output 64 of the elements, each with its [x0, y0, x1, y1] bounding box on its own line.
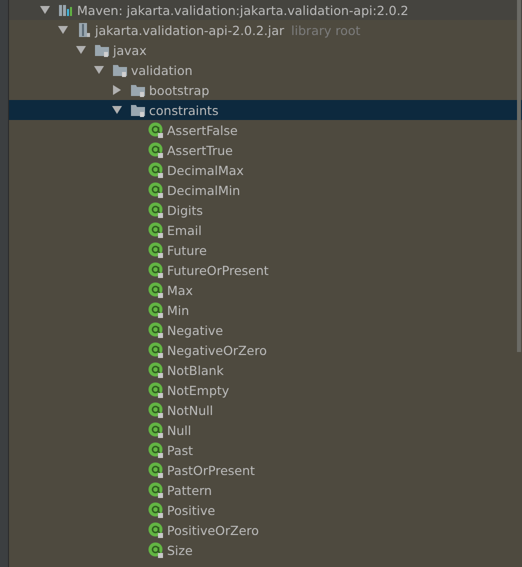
- tree-item-label[interactable]: validation: [131, 62, 193, 78]
- annotation-icon: [148, 162, 164, 178]
- collapsed-arrow-icon[interactable]: [112, 85, 122, 95]
- tree-item-label[interactable]: Digits: [167, 202, 203, 218]
- selected-row[interactable]: constraints: [9, 100, 522, 120]
- annotation-icon: [148, 522, 164, 538]
- tree-item-label[interactable]: NegativeOrZero: [167, 342, 267, 358]
- expanded-arrow-icon[interactable]: [112, 105, 122, 115]
- tree-item-label[interactable]: AssertFalse: [167, 122, 238, 138]
- annotation-icon: [148, 382, 164, 398]
- annotation-icon: [148, 502, 164, 518]
- annotation-icon: [148, 242, 164, 258]
- tree-item-label[interactable]: Pattern: [167, 482, 212, 498]
- tree-item-label[interactable]: AssertTrue: [167, 142, 233, 158]
- expanded-arrow-icon[interactable]: [94, 65, 104, 75]
- annotation-icon: [148, 422, 164, 438]
- tree-item-label[interactable]: Past: [167, 442, 194, 458]
- folder-icon: [130, 82, 146, 98]
- annotation-icon: [148, 322, 164, 338]
- annotation-icon: [148, 182, 164, 198]
- tree-item-label[interactable]: constraints: [149, 102, 218, 118]
- scrollbar[interactable]: [517, 0, 521, 352]
- annotation-icon: [148, 142, 164, 158]
- tree-item-label[interactable]: Null: [167, 422, 192, 438]
- archive-icon: [76, 22, 92, 38]
- tree-item-label[interactable]: NotEmpty: [167, 382, 230, 398]
- annotation-icon: [148, 482, 164, 498]
- annotation-icon: [148, 202, 164, 218]
- tree-item-label[interactable]: Min: [167, 302, 190, 318]
- annotation-icon: [148, 282, 164, 298]
- tree-item-label[interactable]: Size: [167, 542, 193, 558]
- tree-item-label[interactable]: Max: [167, 282, 193, 298]
- annotation-icon: [148, 402, 164, 418]
- expanded-arrow-icon[interactable]: [58, 25, 68, 35]
- annotation-icon: [148, 222, 164, 238]
- expanded-arrow-icon[interactable]: [40, 5, 50, 15]
- annotation-icon: [148, 442, 164, 458]
- tree-item-label[interactable]: bootstrap: [149, 82, 210, 98]
- tree-item-label[interactable]: Positive: [167, 502, 216, 518]
- tree-item-label[interactable]: PastOrPresent: [167, 462, 255, 478]
- tree-item-label[interactable]: PositiveOrZero: [167, 522, 259, 538]
- tree-item-label[interactable]: NotBlank: [167, 362, 224, 378]
- tree-item-label[interactable]: Negative: [167, 322, 224, 338]
- annotation-icon: [148, 362, 164, 378]
- annotation-icon: [148, 302, 164, 318]
- annotation-icon: [148, 462, 164, 478]
- folder-icon: [94, 42, 110, 58]
- annotation-icon: [148, 122, 164, 138]
- library-root-note: library root: [291, 22, 360, 38]
- tree-item-label[interactable]: javax: [113, 42, 147, 58]
- tree-item-label[interactable]: Future: [167, 242, 207, 258]
- tree-item-label[interactable]: DecimalMax: [167, 162, 244, 178]
- tree-item-label[interactable]: Email: [167, 222, 202, 238]
- expanded-arrow-icon[interactable]: [76, 45, 86, 55]
- folder-icon: [112, 62, 128, 78]
- tree-item-label[interactable]: DecimalMin: [167, 182, 240, 198]
- tree-item-label[interactable]: FutureOrPresent: [167, 262, 269, 278]
- tree-item-label[interactable]: jakarta.validation-api-2.0.2.jar: [95, 22, 284, 38]
- annotation-icon: [148, 542, 164, 558]
- folder-icon: [130, 102, 146, 118]
- annotation-icon: [148, 342, 164, 358]
- tree-item-label[interactable]: NotNull: [167, 402, 214, 418]
- annotation-icon: [148, 262, 164, 278]
- library-icon: [58, 2, 74, 18]
